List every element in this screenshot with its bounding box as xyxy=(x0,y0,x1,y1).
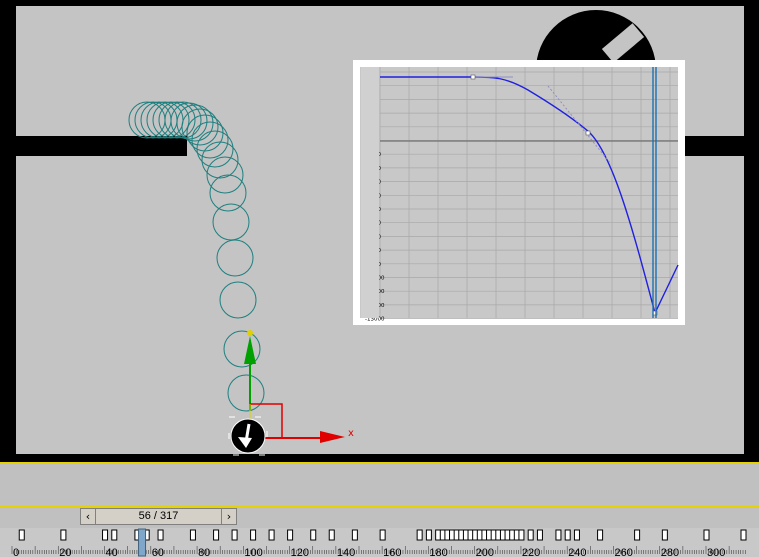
key-marker[interactable] xyxy=(564,529,571,541)
ruler-label: 260 xyxy=(614,547,632,557)
ruler-label: 80 xyxy=(198,547,210,557)
key-marker[interactable] xyxy=(328,529,335,541)
key-marker[interactable] xyxy=(18,529,25,541)
curve-graph[interactable]: 500040003000200010000-1000-2000-3000-400… xyxy=(353,60,685,325)
timeline-top-border xyxy=(0,462,759,464)
key-marker[interactable] xyxy=(351,529,358,541)
ruler-label: 100 xyxy=(244,547,262,557)
key-marker[interactable] xyxy=(189,529,196,541)
ruler-label: 220 xyxy=(522,547,540,557)
ruler-label: 160 xyxy=(383,547,401,557)
track-ruler-canvas[interactable]: 0 20 40 60 80 100 120 140 160 180 200 220 240 260 280 3… xyxy=(0,528,759,557)
key-marker[interactable] xyxy=(703,529,710,541)
key-marker[interactable] xyxy=(213,529,220,541)
key-marker[interactable] xyxy=(425,529,432,541)
gizmo-y-tip xyxy=(247,330,253,336)
frame-readout: 56 / 317 xyxy=(138,510,179,522)
key-marker[interactable] xyxy=(740,529,747,541)
key-marker[interactable] xyxy=(597,529,604,541)
key-marker[interactable] xyxy=(111,529,118,541)
current-frame-marker[interactable] xyxy=(138,528,147,557)
y-axis-gutter xyxy=(361,67,379,318)
key-marker[interactable] xyxy=(536,529,543,541)
ruler-label: 140 xyxy=(337,547,355,557)
ruler-label: 20 xyxy=(59,547,71,557)
gizmo-x-label: x xyxy=(348,428,354,439)
curve-editor-panel[interactable]: 500040003000200010000-1000-2000-3000-400… xyxy=(353,60,685,325)
ruler-label: 0 xyxy=(13,547,19,557)
ruler-label: 300 xyxy=(707,547,725,557)
chevron-left-icon[interactable]: ‹ xyxy=(81,509,96,524)
key-marker[interactable] xyxy=(250,529,257,541)
key-marker[interactable] xyxy=(287,529,294,541)
key-marker[interactable] xyxy=(634,529,641,541)
track-ruler[interactable]: 0 20 40 60 80 100 120 140 160 180 200 220 240 260 280 3… xyxy=(0,528,759,557)
key-marker[interactable] xyxy=(268,529,275,541)
key-marker[interactable] xyxy=(518,529,525,541)
key-marker[interactable] xyxy=(661,529,668,541)
key-marker[interactable] xyxy=(60,529,67,541)
key-marker[interactable] xyxy=(102,529,109,541)
key-marker[interactable] xyxy=(527,529,534,541)
graph-background xyxy=(360,67,678,318)
ruler-label: 60 xyxy=(152,547,164,557)
perspective-viewport[interactable]: x 500040003000200010000-1000-2000-3000-4… xyxy=(0,0,759,462)
key-marker[interactable] xyxy=(379,529,386,541)
key-marker[interactable] xyxy=(573,529,580,541)
ruler-label: 280 xyxy=(661,547,679,557)
ruler-label: 120 xyxy=(291,547,309,557)
keyframe-1[interactable] xyxy=(470,74,476,80)
key-marker[interactable] xyxy=(231,529,238,541)
key-marker[interactable] xyxy=(157,529,164,541)
left-wall-ledge xyxy=(16,136,187,156)
ruler-label: 240 xyxy=(568,547,586,557)
key-marker[interactable] xyxy=(555,529,562,541)
key-marker[interactable] xyxy=(416,529,423,541)
chevron-right-icon[interactable]: › xyxy=(221,509,236,524)
ruler-label: 40 xyxy=(106,547,118,557)
key-marker[interactable] xyxy=(310,529,317,541)
right-wall-ledge xyxy=(685,136,745,156)
keyframe-2[interactable] xyxy=(585,130,591,136)
ruler-label: 180 xyxy=(429,547,447,557)
timeline-mid-border xyxy=(0,505,759,507)
ruler-label: 200 xyxy=(476,547,494,557)
time-slider[interactable]: ‹ 56 / 317 › xyxy=(80,508,237,525)
